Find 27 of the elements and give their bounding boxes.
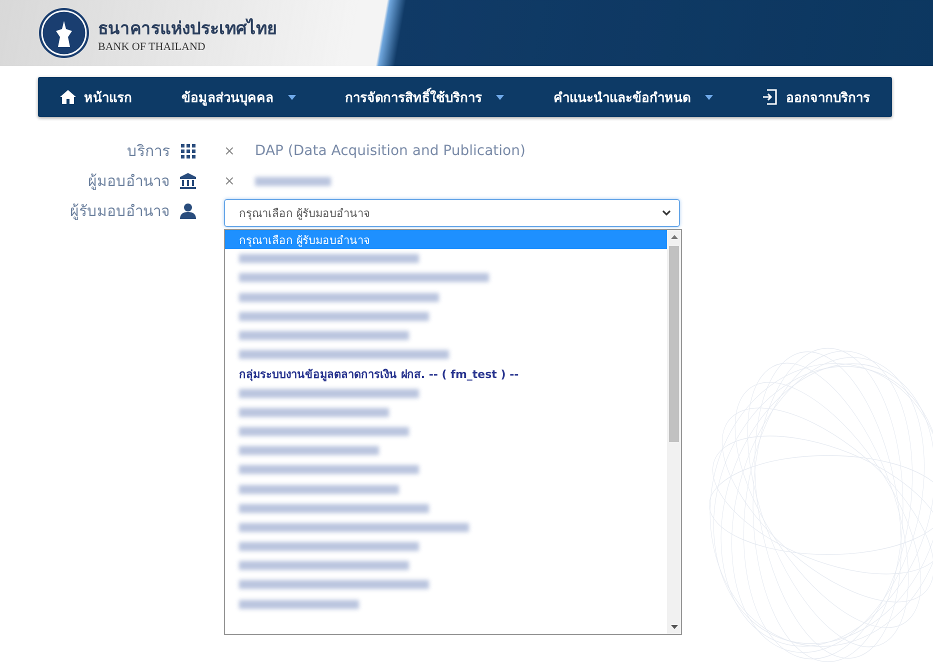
field-value: DAP (Data Acquisition and Publication) xyxy=(254,143,526,159)
field-label: ผู้รับมอบอำนาจ xyxy=(70,201,170,222)
remove-button[interactable]: × xyxy=(224,174,235,188)
bank-logo xyxy=(38,7,90,59)
scrollbar[interactable] xyxy=(667,230,681,634)
caret-icon xyxy=(496,94,504,100)
bank-name-thai: ธนาคารแห่งประเทศไทย xyxy=(98,17,277,40)
nav-link[interactable]: คำแนะนำและข้อกำหนด xyxy=(554,86,712,108)
field-label: บริการ xyxy=(127,141,170,162)
field-label: ผู้มอบอำนาจ xyxy=(88,171,170,192)
caret-icon xyxy=(704,94,712,100)
nav-link[interactable]: การจัดการสิทธิ์ใช้บริการ xyxy=(345,86,504,108)
nav-link[interactable]: ข้อมูลส่วนบุคคล xyxy=(182,86,296,108)
home-icon xyxy=(60,89,76,105)
chevron-down-icon xyxy=(662,210,671,216)
scroll-up-icon xyxy=(670,235,678,239)
grid-icon xyxy=(180,143,196,159)
remove-button[interactable]: × xyxy=(224,144,235,158)
nav-link[interactable]: หน้าแรก xyxy=(60,86,132,108)
scroll-down-icon xyxy=(670,625,678,629)
logout-icon xyxy=(762,89,778,105)
recipient-select[interactable]: กรุณาเลือก ผู้รับมอบอำนาจ xyxy=(224,199,680,227)
bank-icon xyxy=(180,173,196,189)
caret-icon xyxy=(288,94,296,100)
nav-link[interactable]: ออกจากบริการ xyxy=(762,86,870,108)
bank-name-english: BANK OF THAILAND xyxy=(98,40,206,52)
user-icon xyxy=(180,203,196,219)
